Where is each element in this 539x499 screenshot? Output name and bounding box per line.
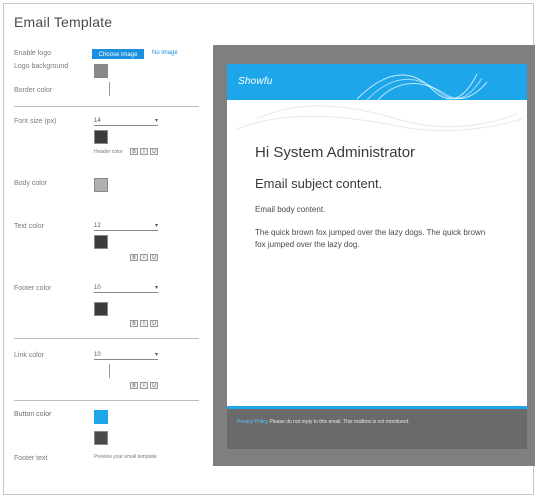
button-color-label: Button color <box>14 411 52 418</box>
header-color-label: Header color <box>94 149 123 155</box>
email-header: Showfu <box>227 64 527 132</box>
link-color-swatch[interactable] <box>94 410 108 424</box>
email-footer: Privacy Policy Please do not reply to th… <box>227 406 527 449</box>
italic-button[interactable]: I <box>140 320 148 327</box>
email-preview: Showfu Hi System Administrator Email sub… <box>213 45 535 466</box>
bold-button[interactable]: B <box>130 320 138 327</box>
footer-style-buttons[interactable]: B I U <box>130 320 158 327</box>
font-size-label: Font size (px) <box>14 118 57 125</box>
body-color-label: Body color <box>14 180 48 187</box>
footer-size-value: 10 <box>94 285 101 291</box>
underline-button[interactable]: U <box>150 320 158 327</box>
no-image-link[interactable]: No image <box>152 50 178 56</box>
underline-button[interactable]: U <box>150 254 158 261</box>
divider <box>14 106 199 107</box>
page-title: Email Template <box>14 14 113 30</box>
header-color-swatch[interactable] <box>94 130 108 144</box>
chevron-down-icon: ▾ <box>154 223 158 229</box>
privacy-policy-link[interactable]: Privacy Policy <box>237 419 268 425</box>
border-color-label: Border color <box>14 87 53 94</box>
footer-text-label: Footer text <box>14 455 48 462</box>
link-size-value: 10 <box>94 352 101 358</box>
italic-button[interactable]: I <box>140 148 148 155</box>
body-color-swatch[interactable] <box>94 178 108 192</box>
text-color-swatch[interactable] <box>94 235 108 249</box>
email-paragraph: The quick brown fox jumped over the lazy… <box>255 228 486 249</box>
underline-button[interactable]: U <box>150 148 158 155</box>
bold-button[interactable]: B <box>130 148 138 155</box>
brand-logo: Showfu <box>238 76 273 87</box>
choose-image-button[interactable]: Choose image <box>92 49 144 59</box>
email-template-frame: Email Template Enable logo Choose image … <box>3 3 535 495</box>
font-size-value: 14 <box>94 118 101 124</box>
logo-background-label: Logo background <box>14 63 69 70</box>
footer-color-swatch[interactable] <box>94 302 108 316</box>
email-greeting: Hi System Administrator <box>255 144 416 161</box>
settings-panel: Enable logo Choose image No image Logo b… <box>14 44 199 494</box>
divider <box>14 338 199 339</box>
footer-size-dropdown[interactable]: 10 ▾ <box>94 284 158 293</box>
enable-logo-label: Enable logo <box>14 50 51 57</box>
header-style-buttons[interactable]: B I U <box>130 148 158 155</box>
text-style-buttons[interactable]: B I U <box>130 254 158 261</box>
email-card: Showfu Hi System Administrator Email sub… <box>227 64 527 449</box>
link-line <box>109 364 110 378</box>
link-size-dropdown[interactable]: 10 ▾ <box>94 351 158 360</box>
divider <box>14 400 199 401</box>
text-size-value: 12 <box>94 223 101 229</box>
underline-button[interactable]: U <box>150 382 158 389</box>
chevron-down-icon: ▾ <box>154 352 158 358</box>
bold-button[interactable]: B <box>130 254 138 261</box>
italic-button[interactable]: I <box>140 254 148 261</box>
logo-background-swatch[interactable] <box>94 64 108 78</box>
text-size-dropdown[interactable]: 12 ▾ <box>94 222 158 231</box>
email-body-line: Email body content. <box>255 205 326 214</box>
bold-button[interactable]: B <box>130 382 138 389</box>
font-size-dropdown[interactable]: 14 ▾ <box>94 117 158 126</box>
text-color-label: Text color <box>14 223 44 230</box>
border-line <box>109 82 110 96</box>
link-style-buttons[interactable]: B I U <box>130 382 158 389</box>
italic-button[interactable]: I <box>140 382 148 389</box>
footer-text: Privacy Policy Please do not reply to th… <box>237 418 497 426</box>
chevron-down-icon: ▾ <box>154 285 158 291</box>
email-subject: Email subject content. <box>255 176 383 191</box>
chevron-down-icon: ▾ <box>154 118 158 124</box>
header-swirl-icon <box>236 73 523 132</box>
link-color-label: Link color <box>14 352 44 359</box>
preview-hint: Preview your email template <box>94 454 157 460</box>
footer-text-content: Please do not reply to this email. This … <box>269 419 410 425</box>
button-color-swatch[interactable] <box>94 431 108 445</box>
footer-color-label: Footer color <box>14 285 52 292</box>
